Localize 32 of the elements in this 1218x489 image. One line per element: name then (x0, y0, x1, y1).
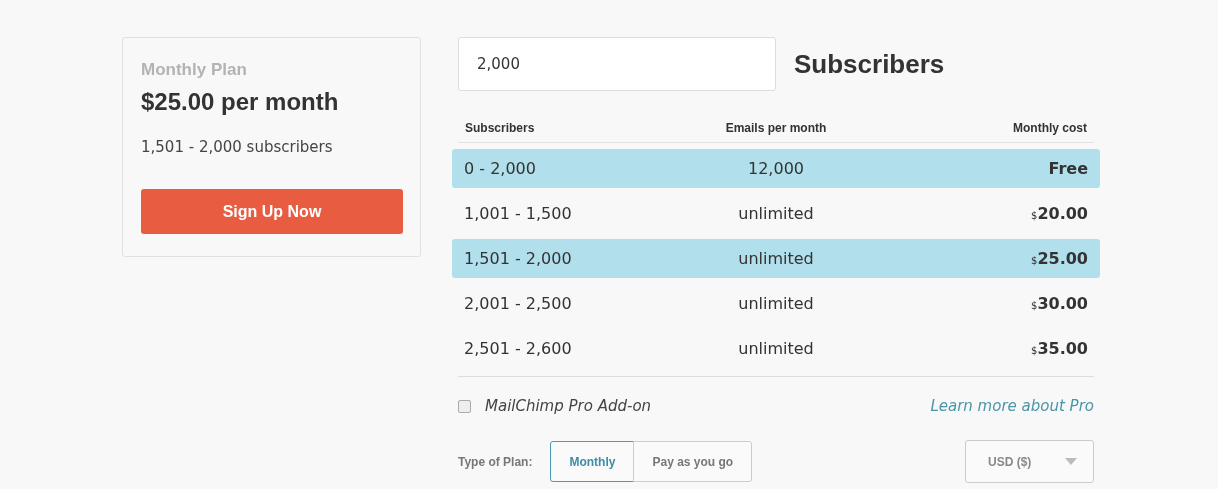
plan-price: $25.00 per month (141, 88, 340, 116)
cost-cell-text: $35.00 (1030, 339, 1088, 358)
range-cell-text: 2,501 - 2,600 (464, 339, 573, 358)
plan-title: Monthly Plan (141, 60, 248, 80)
column-header: Emails per month (724, 121, 828, 135)
range-cell-text: 1,001 - 1,500 (464, 204, 573, 223)
column-header: Subscribers (465, 121, 536, 135)
emails-cell-text: unlimited (737, 294, 815, 313)
currency-select[interactable]: USD ($) (965, 440, 1094, 483)
range-cell-text: 0 - 2,000 (464, 159, 537, 178)
emails-cell-text: unlimited (737, 249, 815, 268)
emails-cell-text: unlimited (737, 339, 815, 358)
cost-cell-text: Free (1047, 159, 1088, 178)
caret-icon (1065, 458, 1077, 465)
cost-cell-text: $30.00 (1030, 294, 1088, 313)
column-header: Monthly cost (1012, 121, 1087, 135)
emails-cell-text: 12,000 (747, 159, 805, 178)
plan-range: 1,501 - 2,000 subscribers (141, 138, 334, 156)
range-cell-text: 1,501 - 2,000 (464, 249, 573, 268)
subscribers-input[interactable]: 2,000 (458, 37, 776, 91)
subscribers-label: Subscribers (794, 48, 945, 80)
emails-cell-text: unlimited (737, 204, 815, 223)
range-cell-text: 2,001 - 2,500 (464, 294, 573, 313)
cost-cell-text: $20.00 (1030, 204, 1088, 223)
addon-label: MailChimp Pro Add-on (485, 397, 652, 415)
checkbox[interactable] (458, 399, 471, 413)
plan-type-label: Type of Plan: (458, 454, 533, 469)
plan-type-option[interactable]: Pay as you go (633, 441, 753, 482)
plan-type-option[interactable]: Monthly (550, 441, 635, 482)
sign-up-button[interactable]: Sign Up Now (141, 189, 403, 234)
cost-cell-text: $25.00 (1030, 249, 1088, 268)
learn-more-link[interactable]: Learn more about Pro (930, 397, 1094, 415)
